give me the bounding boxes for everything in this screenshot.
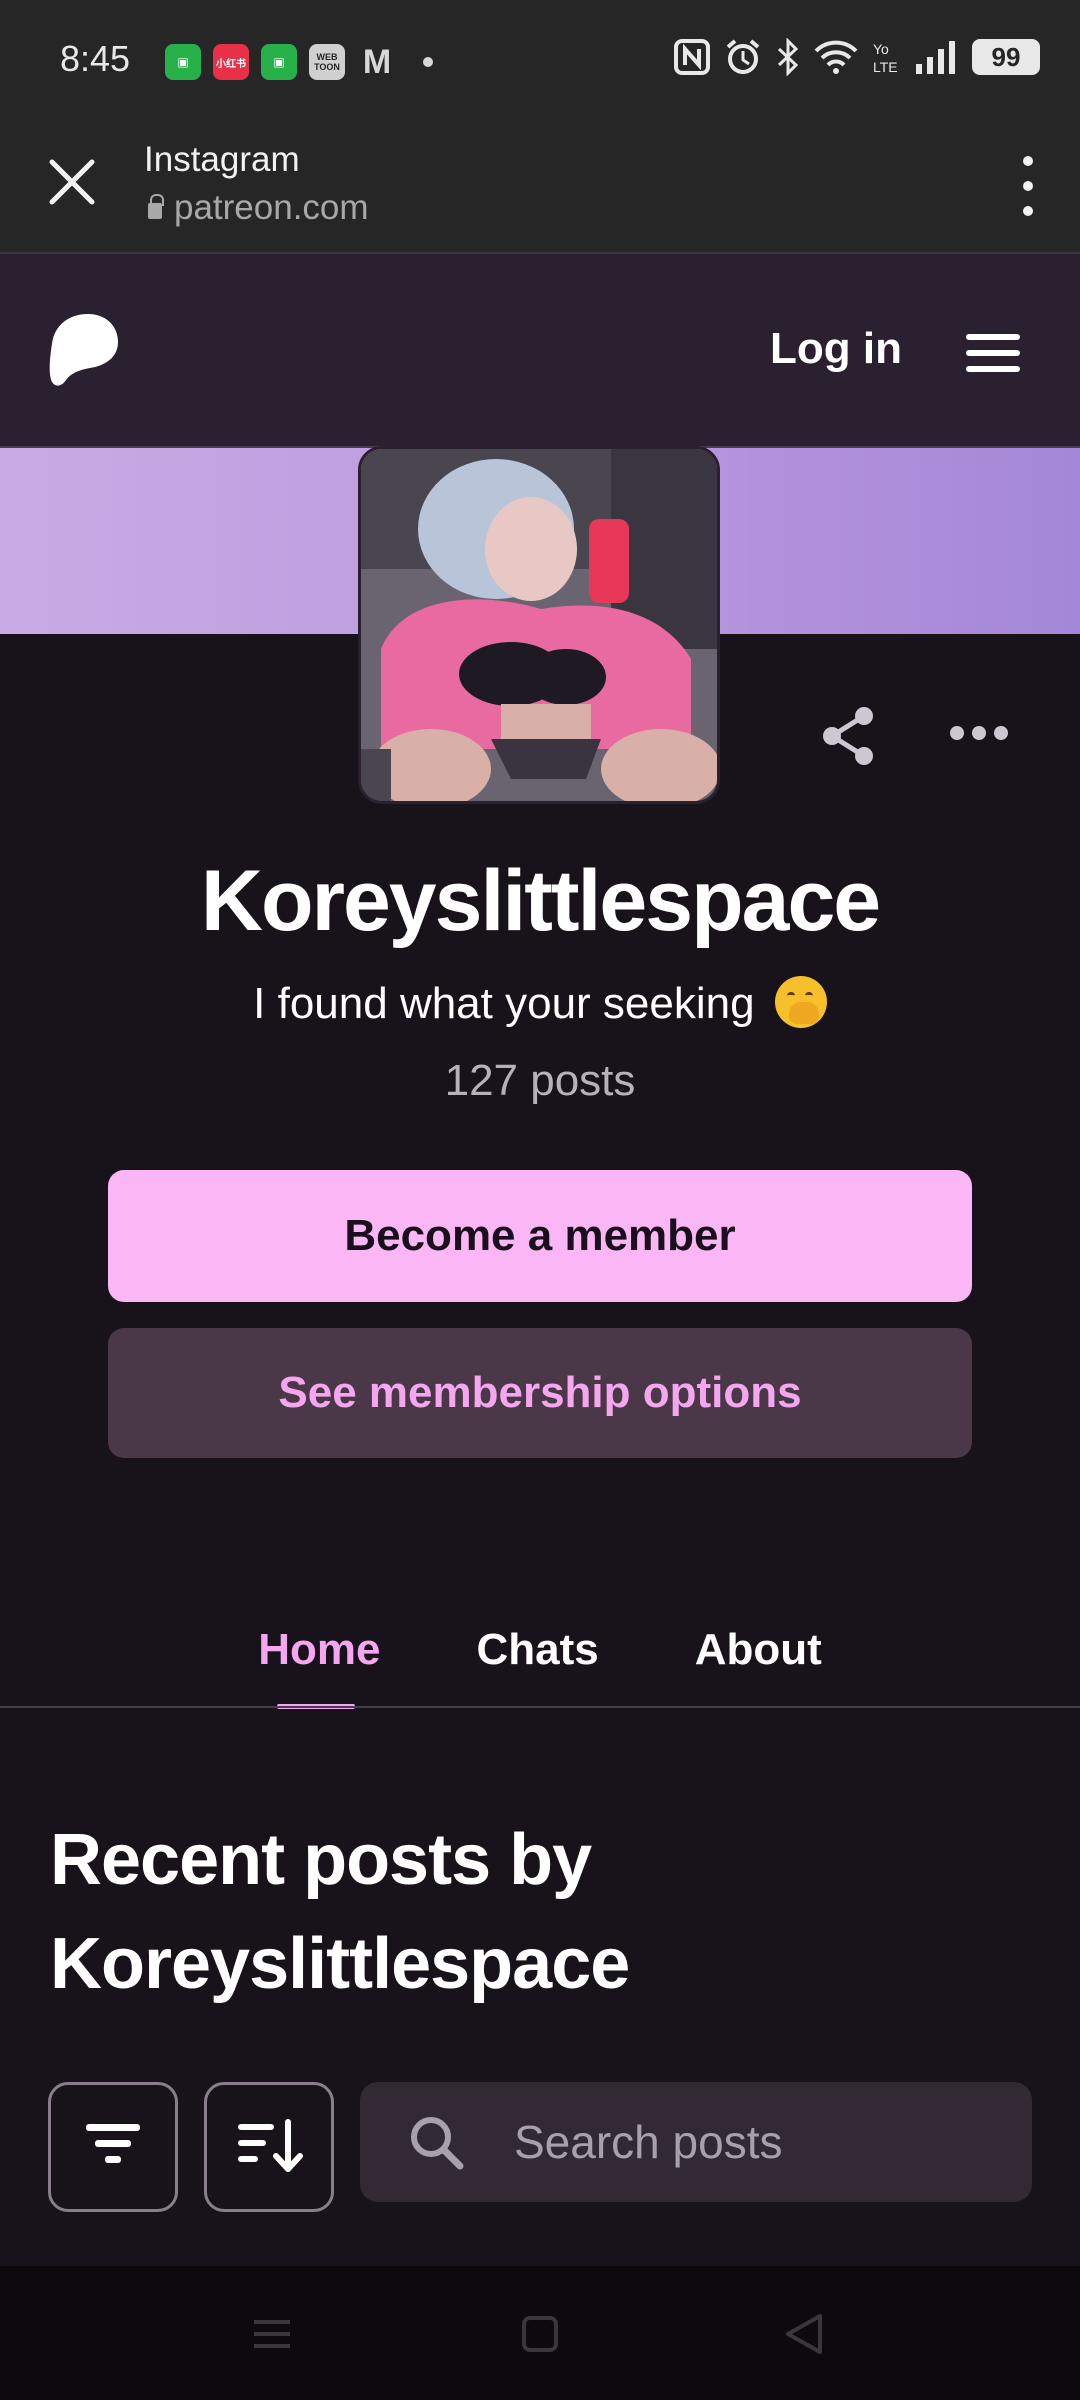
- tab-home[interactable]: Home: [258, 1620, 380, 1710]
- browser-page-title: Instagram: [144, 140, 300, 179]
- browser-url[interactable]: patreon.com: [148, 188, 369, 228]
- home-icon[interactable]: [520, 2314, 560, 2354]
- back-icon[interactable]: [784, 2312, 824, 2356]
- tagline-text: I found what your seeking: [253, 979, 755, 1028]
- see-membership-options-button[interactable]: See membership options: [108, 1328, 972, 1458]
- search-input[interactable]: Search posts: [360, 2082, 1032, 2202]
- volte-icon: Yo LTE: [873, 41, 898, 75]
- recent-apps-icon[interactable]: [252, 2314, 292, 2354]
- post-count: 127 posts: [444, 1056, 636, 1105]
- creator-avatar[interactable]: [358, 446, 720, 804]
- gmail-icon: M: [362, 42, 392, 81]
- recent-posts-heading: Recent posts by Koreyslittlespace: [50, 1820, 630, 2004]
- browser-toolbar: Instagram patreon.com: [0, 124, 1080, 254]
- tab-chats[interactable]: Chats: [476, 1620, 598, 1710]
- status-bar: 8:45 ▣ 小红书 ▣ WEB TOON M Yo LTE 99: [0, 0, 1080, 124]
- status-time: 8:45: [60, 38, 131, 79]
- wechat-icon: ▣: [165, 44, 201, 80]
- filter-icon: [86, 2124, 140, 2163]
- url-text: patreon.com: [174, 188, 369, 227]
- svg-text:Yo: Yo: [873, 41, 889, 57]
- svg-text:LTE: LTE: [873, 59, 898, 75]
- system-navigation-bar: [0, 2266, 1080, 2400]
- menu-icon[interactable]: [966, 334, 1020, 372]
- profile-tabs: Home Chats About: [0, 1620, 1080, 1710]
- avatar-image: [361, 449, 717, 801]
- tab-about[interactable]: About: [695, 1620, 822, 1710]
- login-link[interactable]: Log in: [770, 324, 902, 374]
- site-header: Log in: [0, 254, 1080, 448]
- battery-indicator: 99: [972, 39, 1040, 75]
- wechat-icon: ▣: [261, 44, 297, 80]
- patreon-logo-icon[interactable]: [48, 312, 120, 388]
- search-placeholder: Search posts: [514, 2116, 783, 2168]
- close-icon[interactable]: [46, 156, 98, 208]
- webtoon-icon: WEB TOON: [309, 44, 345, 80]
- creator-name: Koreyslittlespace: [200, 853, 881, 949]
- dot-icon: [423, 57, 433, 67]
- alarm-icon: [726, 39, 760, 74]
- signal-icon: [916, 41, 955, 74]
- system-icons: Yo LTE 99: [674, 38, 1040, 76]
- become-member-button[interactable]: Become a member: [108, 1170, 972, 1302]
- tabs-divider: [0, 1706, 1080, 1708]
- xiaohongshu-icon: 小红书: [213, 44, 249, 80]
- filter-button[interactable]: [48, 2082, 178, 2212]
- sort-icon: [238, 2119, 303, 2172]
- wifi-icon: [814, 40, 858, 74]
- face-with-hand-over-mouth-icon: [774, 976, 827, 1028]
- search-icon: [411, 2117, 464, 2170]
- notification-icons: ▣ 小红书 ▣ WEB TOON M: [165, 42, 433, 81]
- nfc-icon: [674, 39, 710, 75]
- share-icon[interactable]: [820, 706, 876, 766]
- sort-button[interactable]: [204, 2082, 334, 2212]
- lock-icon: [148, 194, 164, 219]
- ellipsis-icon[interactable]: [950, 726, 1008, 742]
- more-options-icon[interactable]: [1008, 156, 1048, 216]
- bluetooth-icon: [777, 38, 799, 76]
- creator-tagline: I found what your seeking: [0, 976, 1080, 1029]
